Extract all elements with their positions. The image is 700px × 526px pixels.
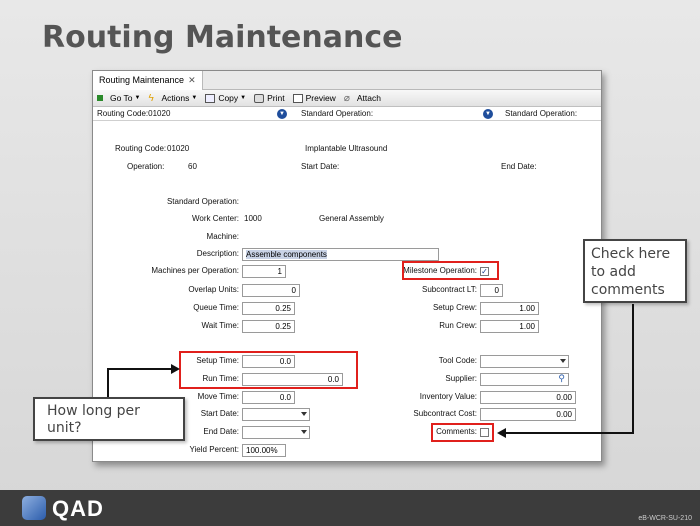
description-field[interactable]: Assemble components: [242, 248, 439, 261]
yield-percent-label: Yield Percent:: [189, 445, 239, 454]
search-icon[interactable]: ⚲: [558, 374, 565, 384]
run-time-label: Run Time:: [202, 374, 239, 383]
overlap-units-field[interactable]: 0: [242, 284, 300, 297]
run-time-field[interactable]: 0.0: [242, 373, 343, 386]
work-center-description: General Assembly: [319, 214, 384, 223]
start-date-label: Start Date:: [301, 162, 340, 171]
routing-code-value: 01020: [167, 144, 190, 153]
chevron-down-icon: [560, 359, 566, 363]
end-date-picker[interactable]: [242, 426, 310, 439]
copy-label: Copy: [218, 93, 239, 103]
chevron-down-icon: [301, 412, 307, 416]
chevron-down-icon: ▼: [134, 95, 141, 101]
end-date-label: End Date:: [501, 162, 537, 171]
goto-label: Go To: [110, 93, 133, 103]
actions-button[interactable]: ϟ Actions ▼: [148, 93, 197, 103]
qad-logo-icon: [22, 496, 46, 520]
how-long-callout-text: How long per unit?: [47, 403, 140, 436]
supplier-label: Supplier:: [445, 374, 477, 383]
queue-time-label: Queue Time:: [193, 303, 239, 312]
copy-icon: [205, 93, 216, 103]
start-date-label-2: Start Date:: [200, 409, 239, 418]
yield-percent-field[interactable]: 100.00%: [242, 444, 286, 457]
description-label: Description:: [196, 249, 239, 258]
print-button[interactable]: Print: [254, 93, 285, 103]
document-code: eB-WCR-SU-210: [638, 515, 692, 522]
operation-label: Operation:: [127, 162, 165, 171]
paperclip-icon: ⌀: [343, 92, 350, 104]
machines-per-operation-field[interactable]: 1: [242, 265, 286, 278]
check-here-callout: Check here to add comments: [583, 239, 687, 303]
routing-description: Implantable Ultrasound: [305, 144, 388, 153]
expand-chevron-icon[interactable]: ▼: [277, 109, 287, 119]
copy-button[interactable]: Copy ▼: [205, 93, 246, 103]
goto-arrow-icon: [97, 95, 107, 101]
check-here-callout-text: Check here to add comments: [591, 246, 671, 298]
comments-highlight-box: [431, 423, 494, 442]
attach-label: Attach: [356, 93, 381, 103]
tool-code-dropdown[interactable]: [480, 355, 569, 368]
attach-button[interactable]: ⌀ Attach: [344, 93, 381, 103]
footer-bar: QAD eB-WCR-SU-210: [0, 490, 700, 526]
inventory-value-label: Inventory Value:: [419, 392, 477, 401]
subcontract-cost-field[interactable]: 0.00: [480, 408, 576, 421]
description-value: Assemble components: [246, 250, 327, 259]
subcontract-lt-field[interactable]: 0: [480, 284, 503, 297]
tab-bar: Routing Maintenance ✕: [93, 71, 601, 90]
preview-label: Preview: [305, 93, 336, 103]
setup-time-label: Setup Time:: [196, 356, 239, 365]
run-crew-field[interactable]: 1.00: [480, 320, 539, 333]
subcontract-lt-label: Subcontract LT:: [422, 285, 477, 294]
tool-code-label: Tool Code:: [438, 356, 477, 365]
supplier-field[interactable]: ⚲: [480, 373, 569, 386]
tab-label: Routing Maintenance: [99, 75, 185, 85]
actions-label: Actions: [161, 93, 190, 103]
operation-value: 60: [188, 162, 197, 171]
routing-code-header: Routing Code:01020: [97, 109, 171, 118]
print-label: Print: [267, 93, 285, 103]
tab-routing-maintenance[interactable]: Routing Maintenance ✕: [93, 71, 203, 90]
goto-button[interactable]: Go To ▼: [97, 93, 140, 103]
close-tab-icon[interactable]: ✕: [188, 75, 196, 85]
run-crew-label: Run Crew:: [439, 321, 477, 330]
work-center-value: 1000: [244, 214, 262, 223]
overlap-units-label: Overlap Units:: [188, 285, 239, 294]
standard-operation-header: Standard Operation:: [301, 109, 374, 118]
chevron-down-icon: ▼: [191, 95, 198, 101]
subcontract-cost-label: Subcontract Cost:: [413, 409, 477, 418]
move-time-label: Move Time:: [197, 392, 239, 401]
chevron-down-icon: [301, 430, 307, 434]
how-long-callout: How long per unit?: [33, 397, 185, 441]
chevron-down-icon: ▼: [240, 95, 247, 101]
expand-chevron-icon[interactable]: ▼: [483, 109, 493, 119]
setup-crew-field[interactable]: 1.00: [480, 302, 539, 315]
work-center-label: Work Center:: [192, 214, 239, 223]
wait-time-field[interactable]: 0.25: [242, 320, 295, 333]
standard-operation-header-2: Standard Operation:: [505, 109, 578, 118]
preview-button[interactable]: Preview: [292, 93, 336, 103]
machine-label: Machine:: [206, 232, 239, 241]
slide-title: Routing Maintenance: [42, 20, 403, 55]
lightning-icon: ϟ: [148, 92, 154, 104]
wait-time-label: Wait Time:: [201, 321, 239, 330]
code-bar: Routing Code:01020 ▼ Standard Operation:…: [93, 107, 601, 121]
setup-crew-label: Setup Crew:: [432, 303, 477, 312]
end-date-label-2: End Date:: [203, 427, 239, 436]
machines-per-operation-label: Machines per Operation:: [151, 266, 239, 275]
milestone-highlight-box: [402, 261, 499, 280]
move-time-field[interactable]: 0.0: [242, 391, 295, 404]
setup-time-field[interactable]: 0.0: [242, 355, 295, 368]
inventory-value-field[interactable]: 0.00: [480, 391, 576, 404]
preview-icon: [292, 93, 303, 103]
toolbar: Go To ▼ ϟ Actions ▼ Copy ▼ Print Preview ⌀ …: [93, 90, 601, 107]
standard-operation-label: Standard Operation:: [166, 197, 239, 206]
queue-time-field[interactable]: 0.25: [242, 302, 295, 315]
routing-code-label: Routing Code:: [115, 144, 167, 153]
printer-icon: [254, 93, 265, 103]
brand-name: QAD: [52, 496, 104, 521]
start-date-picker[interactable]: [242, 408, 310, 421]
